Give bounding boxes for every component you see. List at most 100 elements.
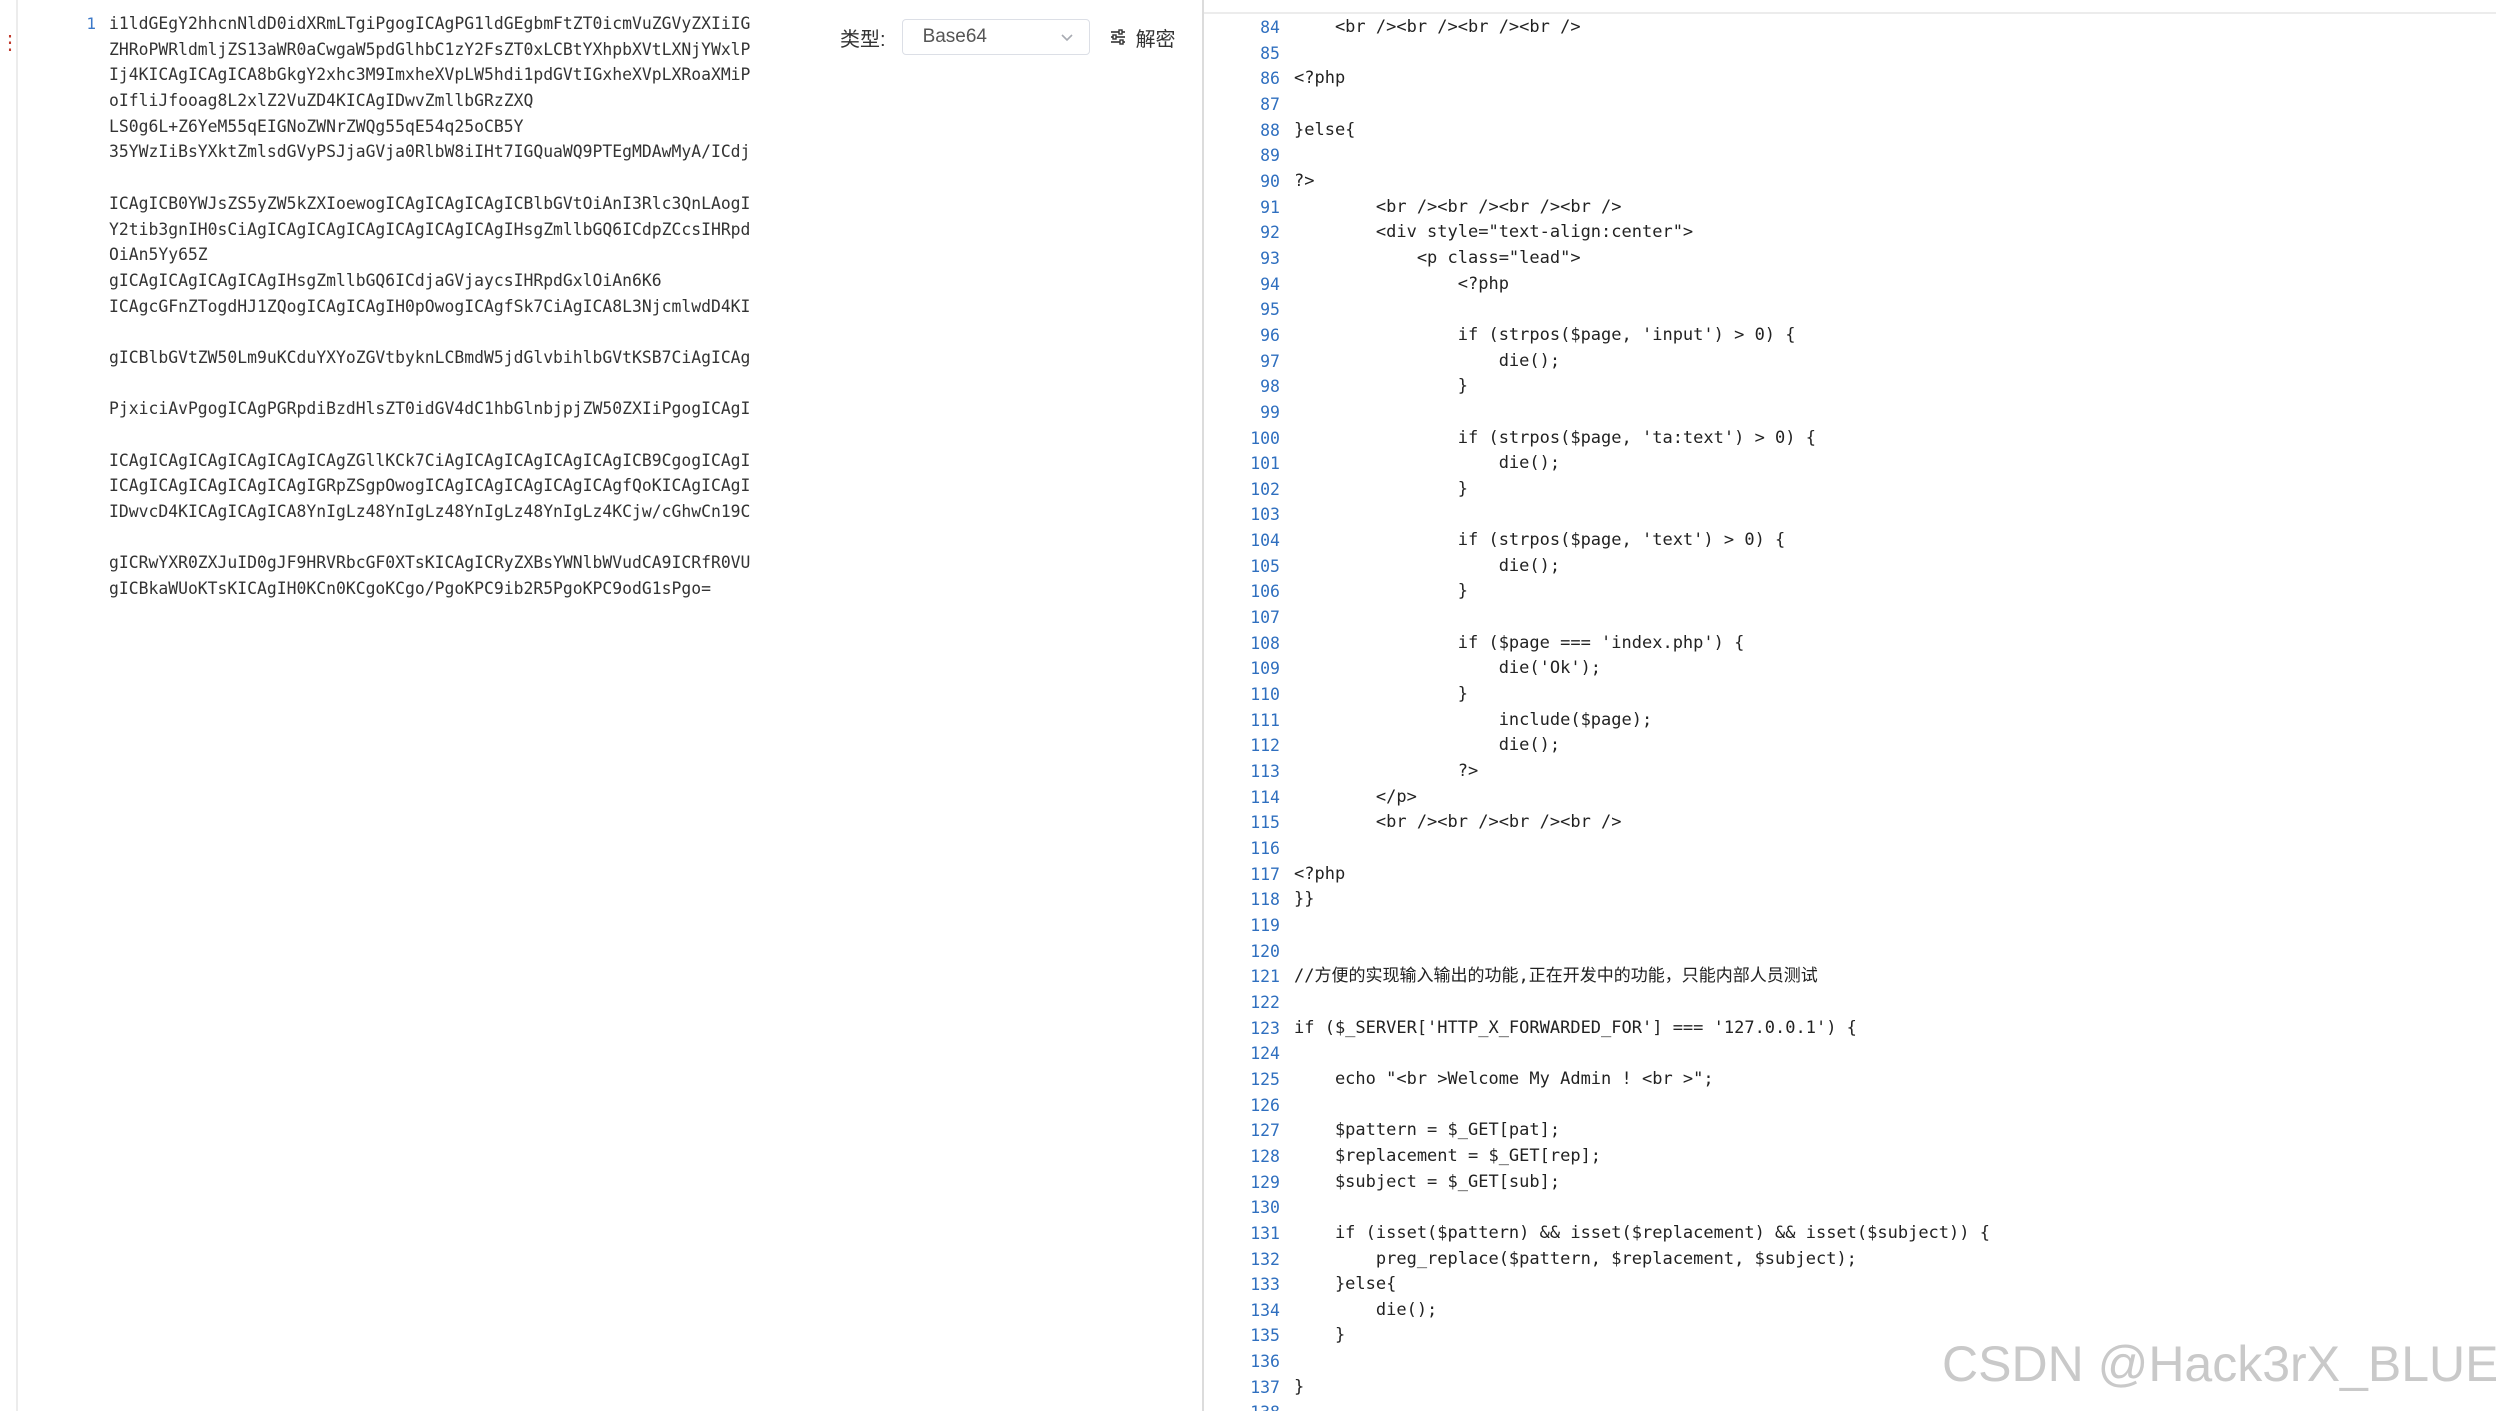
code-text: $subject = $_GET[sub]; bbox=[1294, 1171, 1561, 1192]
line-number: 96 bbox=[1260, 325, 1280, 345]
line-number: 131 bbox=[1250, 1223, 1280, 1243]
code-text: } bbox=[1294, 478, 1468, 499]
line-number: 103 bbox=[1250, 505, 1280, 525]
line-number: 109 bbox=[1250, 659, 1280, 679]
line-number: 107 bbox=[1250, 608, 1280, 628]
line-number: 102 bbox=[1250, 479, 1280, 499]
code-text: preg_replace($pattern, $replacement, $su… bbox=[1294, 1248, 1857, 1269]
code-text: } bbox=[1294, 376, 1468, 397]
code-line: 133 }else{ bbox=[1204, 1272, 2496, 1298]
code-line: 122 bbox=[1204, 990, 2496, 1016]
code-text: } bbox=[1294, 684, 1468, 705]
code-line: 120 bbox=[1204, 939, 2496, 965]
code-line: 107 bbox=[1204, 605, 2496, 631]
code-line: 118}} bbox=[1204, 887, 2496, 913]
input-line: ICAgICAgICAgICAgICAgIGRpZSgpOwogICAgICAg… bbox=[109, 476, 751, 496]
code-line: 113 ?> bbox=[1204, 759, 2496, 785]
line-number: 129 bbox=[1250, 1172, 1280, 1192]
code-line: 92 <div style="text-align:center"> bbox=[1204, 220, 2496, 246]
code-line: 138 bbox=[1204, 1400, 2496, 1411]
code-line: 129 $subject = $_GET[sub]; bbox=[1204, 1170, 2496, 1196]
code-text: if (strpos($page, 'text') > 0) { bbox=[1294, 530, 1786, 551]
code-text: } bbox=[1294, 581, 1468, 602]
code-line: 101 die(); bbox=[1204, 451, 2496, 477]
code-text: }else{ bbox=[1294, 1274, 1397, 1295]
input-line: i1ldGEgY2hhcnNldD0idXRmLTgiPgogICAgPG1ld… bbox=[109, 14, 751, 33]
base64-input-editor[interactable]: 1 i1ldGEgY2hhcnNldD0idXRmLTgiPgogICAgPG1… bbox=[18, 0, 788, 1411]
line-number: 124 bbox=[1250, 1044, 1280, 1064]
line-number: 105 bbox=[1250, 556, 1280, 576]
code-line: 86 <?php bbox=[1204, 66, 2496, 92]
code-text: if (strpos($page, 'ta:text') > 0) { bbox=[1294, 427, 1816, 448]
input-line: PjxiciAvPgogICAgPGRpdiBzdHlsZT0idGV4dC1h… bbox=[109, 399, 751, 419]
line-number: 115 bbox=[1250, 813, 1280, 833]
input-line: gICBkaWUoKTsKICAgIH0KCn0KCgoKCgo/PgoKPC9… bbox=[109, 579, 711, 599]
code-line: 125 echo "<br >Welcome My Admin ! <br >"… bbox=[1204, 1067, 2496, 1093]
code-text: <div style="text-align:center"> bbox=[1294, 222, 1694, 243]
code-line: 98 } bbox=[1204, 374, 2496, 400]
code-line: 116 bbox=[1204, 836, 2496, 862]
line-number: 97 bbox=[1260, 351, 1280, 371]
line-number: 132 bbox=[1250, 1249, 1280, 1269]
code-text: if (strpos($page, 'input') > 0) { bbox=[1294, 324, 1796, 345]
code-line: 131 if (isset($pattern) && isset($replac… bbox=[1204, 1221, 2496, 1247]
line-number: 112 bbox=[1250, 736, 1280, 756]
code-line: 109 die('Ok'); bbox=[1204, 656, 2496, 682]
decoded-code-view[interactable]: 84 <br /><br /><br /><br /> 85 86 <?php 87 88… bbox=[1204, 15, 2496, 1411]
line-number: 119 bbox=[1250, 915, 1280, 935]
line-number: 138 bbox=[1204, 1400, 1280, 1411]
code-text: die(); bbox=[1294, 735, 1561, 756]
code-text: }} bbox=[1294, 889, 1315, 910]
chevron-down-icon bbox=[1060, 34, 1073, 42]
code-line: 89 bbox=[1204, 143, 2496, 169]
code-text: <?php bbox=[1294, 863, 1346, 884]
line-number: 108 bbox=[1250, 633, 1280, 653]
input-line: Ij4KICAgICAgICA8bGkgY2xhc3M9ImxheXVpLW5h… bbox=[109, 65, 751, 85]
code-text: die(); bbox=[1294, 350, 1561, 371]
code-line: 114 </p> bbox=[1204, 785, 2496, 811]
line-number: 104 bbox=[1250, 531, 1280, 551]
code-line: 100 if (strpos($page, 'ta:text') > 0) { bbox=[1204, 426, 2496, 452]
code-line: 110 } bbox=[1204, 682, 2496, 708]
decode-toolbar: 类型: Base64 解密 bbox=[840, 18, 1176, 56]
code-text: die(); bbox=[1294, 555, 1561, 576]
code-line: 111 include($page); bbox=[1204, 708, 2496, 734]
line-number: 111 bbox=[1250, 710, 1280, 730]
input-line: ICAgcGFnZTogdHJ1ZQogICAgICAgIH0pOwogICAg… bbox=[109, 296, 751, 316]
input-line: ICAgICB0YWJsZS5yZW5kZXIoewogICAgICAgICAg… bbox=[109, 193, 751, 213]
input-line: OiAn5Yy65Z bbox=[109, 245, 208, 265]
code-line: 126 bbox=[1204, 1093, 2496, 1119]
line-number: 93 bbox=[1260, 248, 1280, 268]
code-text: die(); bbox=[1294, 1299, 1438, 1320]
code-line: 88}else{ bbox=[1204, 118, 2496, 144]
line-number: 137 bbox=[1250, 1377, 1280, 1397]
input-line: gICRwYXR0ZXJuID0gJF9HRVRbcGF0XTsKICAgICR… bbox=[109, 553, 751, 573]
code-text: <br /><br /><br /><br /> bbox=[1294, 17, 1581, 37]
line-number: 113 bbox=[1250, 762, 1280, 782]
code-line: 134 die(); bbox=[1204, 1298, 2496, 1324]
line-number: 135 bbox=[1250, 1326, 1280, 1346]
code-line: 112 die(); bbox=[1204, 733, 2496, 759]
decrypt-button[interactable]: 解密 bbox=[1108, 23, 1176, 52]
input-line: ICAgICAgICAgICAgICAgICAgZGllKCk7CiAgICAg… bbox=[109, 450, 751, 470]
line-number: 118 bbox=[1250, 890, 1280, 910]
input-line: gICAgICAgICAgICAgIHsgZmllbGQ6ICdjaGVjayc… bbox=[109, 270, 662, 290]
line-number: 125 bbox=[1250, 1069, 1280, 1089]
code-text: if ($_SERVER['HTTP_X_FORWARDED_FOR'] ===… bbox=[1294, 1017, 1857, 1038]
line-number: 133 bbox=[1250, 1275, 1280, 1295]
line-number: 123 bbox=[1250, 1018, 1280, 1038]
line-number: 90 bbox=[1260, 171, 1280, 191]
line-number: 106 bbox=[1250, 582, 1280, 602]
input-line bbox=[109, 165, 788, 191]
code-line: 102 } bbox=[1204, 477, 2496, 503]
code-line: 108 if ($page === 'index.php') { bbox=[1204, 631, 2496, 657]
output-top-border bbox=[1204, 12, 2496, 14]
line-number: 91 bbox=[1260, 197, 1280, 217]
code-line: 90 ?> bbox=[1204, 169, 2496, 195]
code-text: if (isset($pattern) && isset($replacemen… bbox=[1294, 1222, 1990, 1243]
code-text: <?php bbox=[1294, 273, 1509, 294]
line-number: 134 bbox=[1250, 1300, 1280, 1320]
input-text[interactable]: i1ldGEgY2hhcnNldD0idXRmLTgiPgogICAgPG1ld… bbox=[109, 11, 788, 602]
type-select[interactable]: Base64 bbox=[901, 19, 1090, 55]
code-text: //方便的实现输入输出的功能,正在开发中的功能，只能内部人员测试 bbox=[1294, 966, 1818, 987]
